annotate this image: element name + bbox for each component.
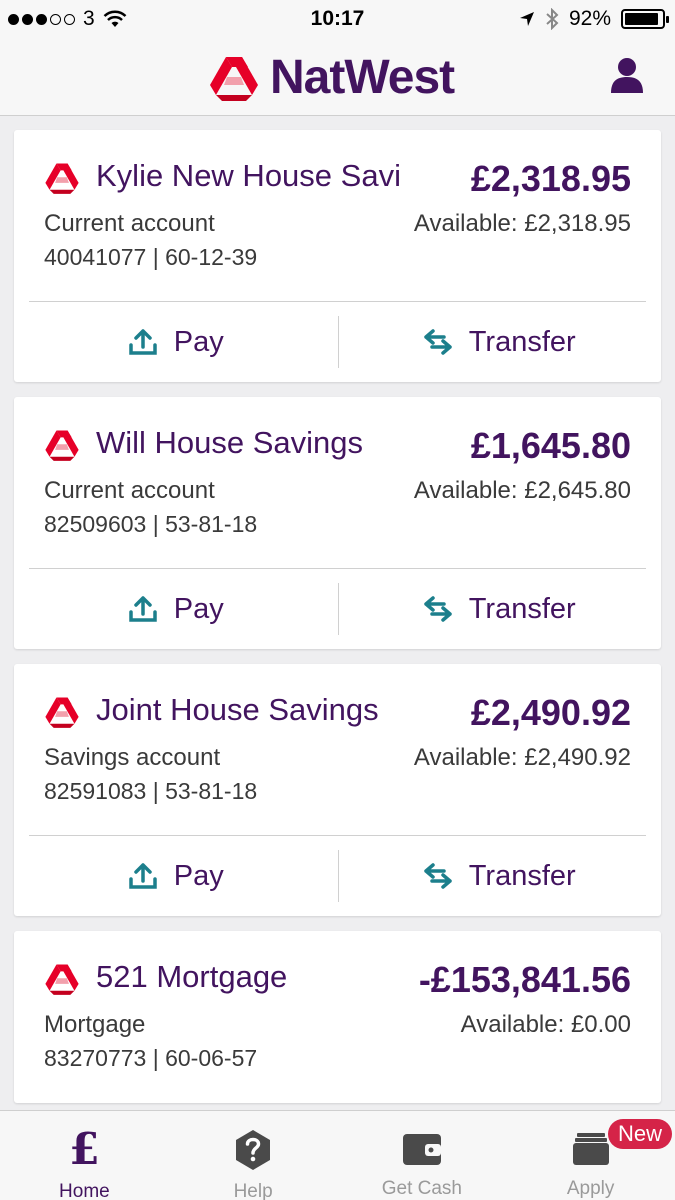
pay-button[interactable]: Pay xyxy=(14,302,338,382)
account-balance: -£153,841.56 xyxy=(418,959,631,1000)
pay-label: Pay xyxy=(173,592,224,625)
account-card[interactable]: Will House Savings £1,645.80 Current acc… xyxy=(14,397,661,649)
location-arrow-icon xyxy=(519,12,534,26)
bluetooth-icon xyxy=(546,8,559,30)
pay-label: Pay xyxy=(173,325,224,358)
app-header: NatWest xyxy=(0,38,675,116)
account-type: Current account xyxy=(44,210,215,237)
bottom-tab-bar: £ Home Help Get Cash Apply New xyxy=(0,1110,675,1200)
available-balance: Available: £2,318.95 xyxy=(413,210,631,237)
transfer-arrows-icon xyxy=(424,863,452,889)
account-type: Mortgage xyxy=(44,1011,146,1038)
help-icon xyxy=(236,1130,271,1170)
account-name: Will House Savings xyxy=(96,425,364,460)
tab-apply[interactable]: Apply New xyxy=(506,1111,675,1200)
transfer-label: Transfer xyxy=(468,325,576,358)
tab-home[interactable]: £ Home xyxy=(0,1111,169,1200)
account-name: Kylie New House Savi xyxy=(96,158,401,193)
tab-get-cash[interactable]: Get Cash xyxy=(338,1111,507,1200)
available-balance: Available: £2,490.92 xyxy=(413,744,631,771)
pound-icon: £ xyxy=(69,1124,100,1175)
account-number: 82591083 | 53-81-18 xyxy=(44,778,258,804)
upload-icon xyxy=(129,596,157,622)
account-balance: £1,645.80 xyxy=(470,425,631,466)
account-list: Kylie New House Savi £2,318.95 Current a… xyxy=(14,130,661,1118)
upload-icon xyxy=(129,863,157,889)
new-badge: New xyxy=(607,1119,672,1149)
natwest-account-icon xyxy=(45,697,79,728)
apply-icon xyxy=(572,1132,609,1165)
account-name: 521 Mortgage xyxy=(96,959,288,994)
transfer-label: Transfer xyxy=(468,859,576,892)
natwest-account-icon xyxy=(45,430,79,461)
account-card[interactable]: Joint House Savings £2,490.92 Savings ac… xyxy=(14,664,661,916)
transfer-button[interactable]: Transfer xyxy=(338,569,662,649)
natwest-cubes-icon xyxy=(210,56,258,101)
battery-icon xyxy=(621,9,669,29)
account-balance: £2,490.92 xyxy=(470,692,631,733)
natwest-account-icon xyxy=(45,964,79,995)
transfer-arrows-icon xyxy=(424,329,452,355)
action-separator xyxy=(338,583,339,635)
pay-button[interactable]: Pay xyxy=(14,836,338,916)
available-balance: Available: £2,645.80 xyxy=(413,477,631,504)
natwest-account-icon xyxy=(45,163,79,194)
action-separator xyxy=(338,316,339,368)
tab-label: Apply xyxy=(566,1178,615,1199)
account-type: Savings account xyxy=(44,744,221,771)
account-card[interactable]: Kylie New House Savi £2,318.95 Current a… xyxy=(14,130,661,382)
transfer-label: Transfer xyxy=(468,592,576,625)
battery-percent: 92% xyxy=(568,7,611,30)
status-bar: 3 10:17 92% xyxy=(0,0,675,38)
profile-icon[interactable] xyxy=(609,56,645,94)
account-number: 82509603 | 53-81-18 xyxy=(44,511,258,537)
account-type: Current account xyxy=(44,477,215,504)
tab-label: Home xyxy=(59,1181,110,1200)
account-name: Joint House Savings xyxy=(96,692,379,727)
available-balance: Available: £0.00 xyxy=(460,1011,631,1038)
account-card[interactable]: 521 Mortgage -£153,841.56 Mortgage Avail… xyxy=(14,931,661,1103)
transfer-arrows-icon xyxy=(424,596,452,622)
tab-label: Get Cash xyxy=(381,1178,462,1199)
account-number: 83270773 | 60-06-57 xyxy=(44,1045,258,1071)
natwest-logo: NatWest xyxy=(208,50,455,105)
upload-icon xyxy=(129,329,157,355)
action-separator xyxy=(338,850,339,902)
wallet-icon xyxy=(402,1133,441,1165)
account-number: 40041077 | 60-12-39 xyxy=(44,244,258,270)
brand-name: NatWest xyxy=(270,51,455,104)
tab-label: Help xyxy=(233,1181,273,1200)
account-balance: £2,318.95 xyxy=(470,158,631,199)
pay-button[interactable]: Pay xyxy=(14,569,338,649)
transfer-button[interactable]: Transfer xyxy=(338,836,662,916)
pay-label: Pay xyxy=(173,859,224,892)
transfer-button[interactable]: Transfer xyxy=(338,302,662,382)
tab-help[interactable]: Help xyxy=(169,1111,338,1200)
